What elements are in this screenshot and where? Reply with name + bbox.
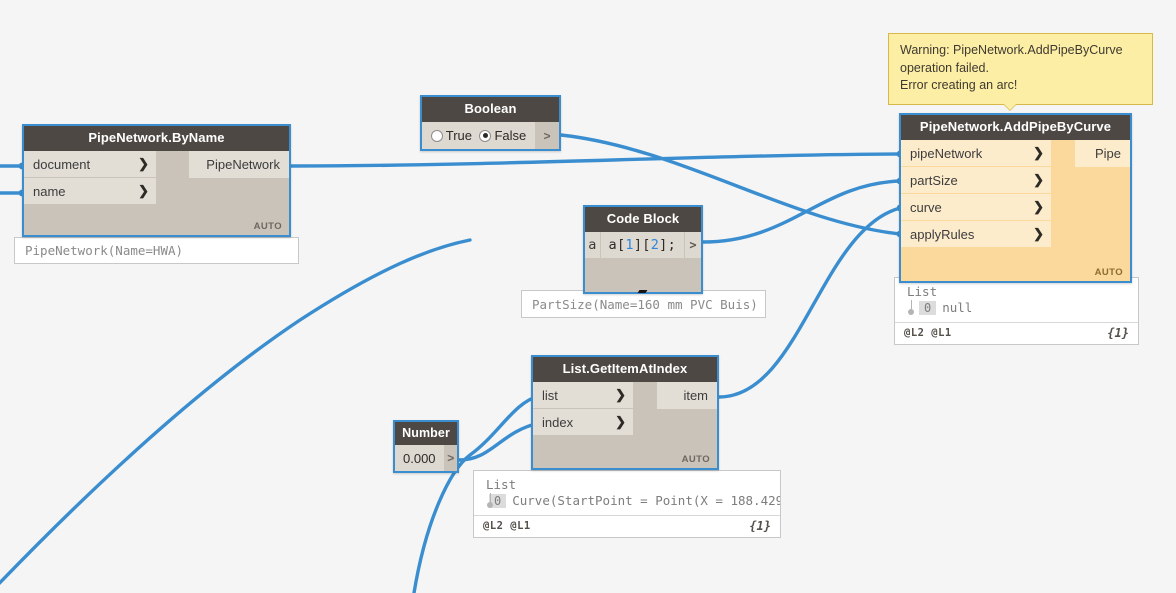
output-chevron-icon: >	[689, 238, 697, 252]
radio-label-false: False	[494, 128, 527, 143]
preview-text: PipeNetwork(Name=HWA)	[25, 243, 184, 258]
input-port-a[interactable]: a	[585, 232, 601, 258]
code-index-1: 1	[625, 237, 634, 253]
input-row-index[interactable]: index ❯	[533, 409, 717, 436]
chevron-right-icon: ❯	[615, 414, 626, 429]
input-row-curve[interactable]: curve ❯	[901, 194, 1130, 221]
chevron-right-icon: ❯	[615, 387, 626, 402]
node-title: Code Block	[585, 207, 701, 232]
list-preview-label: List	[907, 284, 938, 299]
node-pipenetwork-byname[interactable]: PipeNetwork.ByName document ❯ PipeNetwor…	[22, 124, 291, 237]
warning-line-1: Warning: PipeNetwork.AddPipeByCurve	[900, 43, 1123, 57]
output-port-label: PipeNetwork	[206, 157, 280, 172]
input-row-applyrules[interactable]: applyRules ❯	[901, 221, 1130, 248]
node-code-block[interactable]: Code Block a a[1][2]; >	[583, 205, 703, 294]
output-port-boolean[interactable]: >	[535, 122, 559, 149]
node-pipenetwork-addpipebycurve[interactable]: PipeNetwork.AddPipeByCurve pipeNetwork ❯…	[899, 113, 1132, 283]
code-block-editor[interactable]: a[1][2];	[600, 232, 685, 258]
chevron-right-icon: ❯	[138, 156, 149, 171]
input-port-label: a	[588, 237, 597, 253]
node-title: PipeNetwork.AddPipeByCurve	[901, 115, 1130, 140]
node-title: Number	[395, 422, 457, 445]
code-bracket-close-1: ]	[633, 237, 643, 253]
list-stem-icon	[907, 300, 916, 315]
input-row-document[interactable]: document ❯ PipeNetwork	[24, 151, 289, 178]
input-port-label: document	[33, 156, 91, 172]
output-port-label: Pipe	[1094, 146, 1121, 161]
input-port-label: pipeNetwork	[910, 145, 983, 161]
list-count-label: {1}	[1107, 326, 1129, 340]
input-port-label: name	[33, 183, 66, 199]
input-row-partsize[interactable]: partSize ❯	[901, 167, 1130, 194]
resize-handle[interactable]	[639, 290, 648, 297]
warning-tooltip: Warning: PipeNetwork.AddPipeByCurve oper…	[888, 33, 1153, 105]
radio-option-false[interactable]: False	[479, 128, 526, 143]
output-chevron-icon: >	[543, 128, 551, 143]
number-value: 0.000	[403, 450, 436, 466]
chevron-right-icon: ❯	[1033, 145, 1044, 160]
input-port-label: curve	[910, 199, 942, 215]
node-title: List.GetItemAtIndex	[533, 357, 717, 382]
code-bracket-open-2: [	[642, 237, 651, 253]
node-boolean[interactable]: Boolean True False >	[420, 95, 561, 151]
preview-text: PartSize(Name=160 mm PVC Buis)	[532, 296, 758, 312]
list-preview-label: List	[486, 477, 517, 492]
chevron-right-icon: ❯	[1033, 199, 1044, 214]
output-port-item[interactable]: item	[657, 382, 717, 409]
code-variable: a	[608, 237, 617, 253]
preview-pipenetwork-byname: PipeNetwork(Name=HWA)	[14, 237, 299, 264]
code-index-2: 2	[650, 237, 660, 253]
list-preview-getitematindex: List 0 Curve(StartPoint = Point(X = 188.…	[473, 470, 781, 538]
output-port-label: item	[683, 388, 708, 403]
chevron-right-icon: ❯	[1033, 226, 1044, 241]
node-list-getitematindex[interactable]: List.GetItemAtIndex list ❯ item index ❯ …	[531, 355, 719, 470]
output-port-number[interactable]: >	[444, 445, 457, 471]
number-input[interactable]: 0.000	[395, 445, 445, 471]
input-row-list[interactable]: list ❯ item	[533, 382, 717, 409]
execution-mode-badge: AUTO	[253, 221, 282, 232]
warning-line-3: Error creating an arc!	[900, 78, 1018, 92]
output-port-pipe[interactable]: Pipe	[1075, 140, 1130, 167]
warning-line-2: operation failed.	[900, 60, 989, 75]
execution-mode-badge: AUTO	[681, 454, 710, 465]
chevron-right-icon: ❯	[138, 183, 149, 198]
wire-codeblock-to-partsize	[701, 179, 902, 244]
list-item-value: null	[942, 300, 973, 315]
wire-background-sweep	[0, 238, 472, 586]
radio-icon-false[interactable]	[479, 129, 492, 142]
wire-pipenetwork-to-pipenetwork-input	[289, 152, 902, 168]
input-port-label: partSize	[910, 172, 958, 188]
list-item-value: Curve(StartPoint = Point(X = 188.429	[512, 493, 780, 508]
input-row-pipenetwork[interactable]: pipeNetwork ❯ Pipe	[901, 140, 1130, 167]
chevron-right-icon: ❯	[1033, 172, 1044, 187]
radio-label-true: True	[445, 128, 472, 143]
output-port-code-block[interactable]: >	[684, 232, 701, 258]
list-levels-label: @L2 @L1	[904, 327, 952, 339]
input-port-label: list	[542, 387, 558, 403]
output-port-pipenetwork[interactable]: PipeNetwork	[189, 151, 289, 178]
warning-tooltip-arrow	[1001, 101, 1019, 110]
input-row-name[interactable]: name ❯	[24, 178, 289, 205]
dynamo-graph-canvas[interactable]: Warning: PipeNetwork.AddPipeByCurve oper…	[0, 0, 1176, 593]
input-port-label: applyRules	[910, 226, 975, 242]
node-number[interactable]: Number 0.000 >	[393, 420, 459, 473]
list-levels-label: @L2 @L1	[483, 520, 531, 532]
list-preview-addpipebycurve: List 0 null @L2 @L1 {1}	[894, 277, 1139, 345]
node-title: PipeNetwork.ByName	[24, 126, 289, 151]
radio-icon-true[interactable]	[430, 129, 443, 142]
execution-mode-badge: AUTO	[1094, 267, 1123, 278]
code-bracket-close-2: ];	[659, 237, 677, 253]
input-port-label: index	[542, 414, 574, 430]
list-item-index: 0	[919, 300, 937, 315]
radio-option-true[interactable]: True	[430, 128, 472, 143]
wire-number-to-index	[457, 421, 541, 462]
node-title: Boolean	[422, 97, 559, 122]
code-bracket-open-1: [	[616, 237, 626, 253]
list-count-label: {1}	[749, 519, 771, 533]
output-chevron-icon: >	[447, 451, 455, 465]
